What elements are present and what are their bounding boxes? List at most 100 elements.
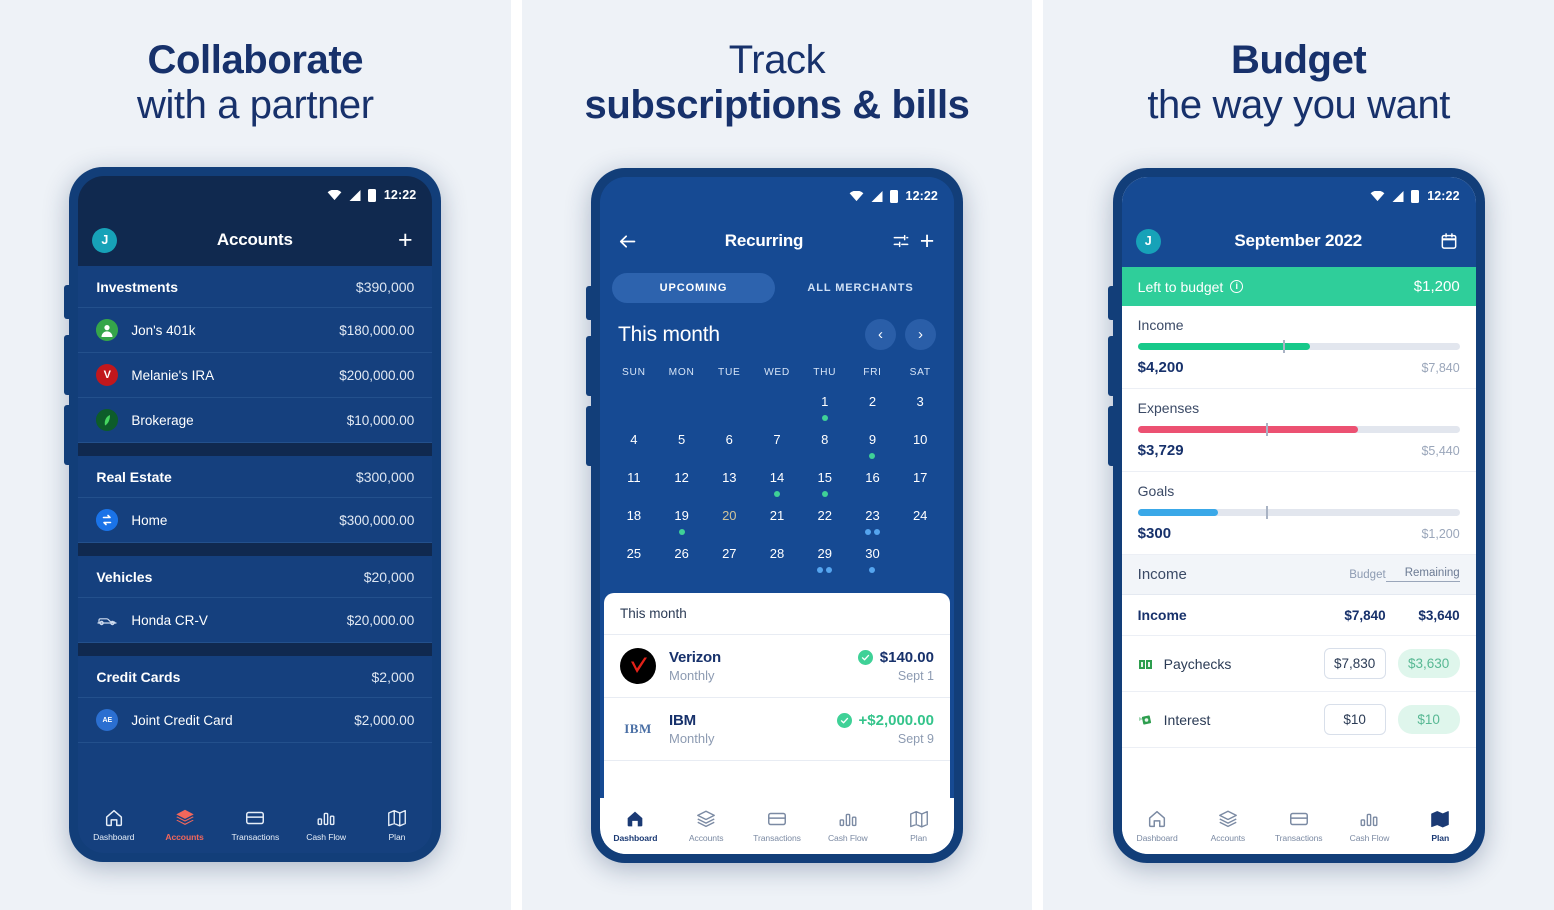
bottom-nav[interactable]: Dashboard Accounts Transactions Cash Flo…	[78, 797, 432, 853]
tab-upcoming[interactable]: UPCOMING	[612, 273, 775, 303]
calendar-day-cell[interactable]: 23	[849, 502, 897, 540]
calendar-day-cell[interactable]: 4	[610, 426, 658, 464]
recurring-row[interactable]: Verizon Monthly $140.00 Sept 1	[604, 635, 950, 698]
account-row[interactable]: Jon's 401k $180,000.00	[78, 308, 433, 353]
add-account-button[interactable]: +	[392, 227, 418, 253]
nav-item-cash-flow[interactable]: Cash Flow	[291, 807, 362, 842]
column-header-remaining[interactable]: Remaining	[1385, 567, 1460, 582]
recurring-row[interactable]: IBM IBM Monthly +$2,000.00 Sept 9	[604, 698, 950, 761]
nav-item-plan[interactable]: Plan	[1405, 808, 1476, 843]
account-row[interactable]: AE Joint Credit Card $2,000.00	[78, 698, 433, 743]
accounts-list[interactable]: Investments $390,000 Jon's 401k $180,000…	[78, 266, 433, 853]
nav-item-transactions[interactable]: Transactions	[220, 807, 291, 842]
calendar-day-cell[interactable]: 27	[705, 540, 753, 578]
calendar-day-cell[interactable]: 7	[753, 426, 801, 464]
calendar-day-cell[interactable]: 30	[849, 540, 897, 578]
calendar-day-cell[interactable]: 18	[610, 502, 658, 540]
calendar-day-cell[interactable]: 15	[801, 464, 849, 502]
calendar-day-cell[interactable]: 16	[849, 464, 897, 502]
nav-item-plan[interactable]: Plan	[362, 807, 433, 842]
budget-summary-income[interactable]: Income $4,200 $7,840	[1121, 306, 1476, 389]
battery-icon	[367, 188, 376, 202]
calendar-day-number: 21	[769, 508, 785, 523]
calendar-day-cell[interactable]: 9	[849, 426, 897, 464]
account-group-header[interactable]: Vehicles $20,000	[78, 556, 433, 598]
account-group-header[interactable]: Real Estate $300,000	[78, 456, 433, 498]
avatar[interactable]: J	[1135, 228, 1161, 254]
panel-2-heading: Track subscriptions & bills	[522, 38, 1033, 128]
calendar-day-cell[interactable]: 21	[753, 502, 801, 540]
table-row[interactable]: Paychecks $7,830 $3,630	[1121, 636, 1476, 692]
calendar-day-cell[interactable]: 29	[801, 540, 849, 578]
calendar-day-cell[interactable]: 10	[896, 426, 944, 464]
account-group-header[interactable]: Investments $390,000	[78, 266, 433, 308]
prev-month-button[interactable]: ‹	[865, 319, 896, 350]
calendar-week-row: 1 2 3	[610, 388, 944, 426]
calendar-day-cell[interactable]: 8	[801, 426, 849, 464]
budget-summary-goals[interactable]: Goals $300 $1,200	[1121, 472, 1476, 555]
account-group-header[interactable]: Credit Cards $2,000	[78, 656, 433, 698]
nav-item-accounts[interactable]: Accounts	[149, 807, 220, 842]
filter-button[interactable]	[888, 228, 914, 254]
calendar-weeks[interactable]: 1 2 3 4 5 6 7 8 9 10 11 12 13 14 15 16 17 18 19 20 21 22 23 24 2…	[610, 388, 944, 578]
calendar-day-cell[interactable]: 11	[610, 464, 658, 502]
calendar-day-cell[interactable]: 3	[896, 388, 944, 426]
calendar-day-cell[interactable]: 17	[896, 464, 944, 502]
calendar-day-cell[interactable]: 5	[658, 426, 706, 464]
calendar-day-cell[interactable]: 2	[849, 388, 897, 426]
calendar-day-cell[interactable]: 28	[753, 540, 801, 578]
calendar-day-cell[interactable]: 25	[610, 540, 658, 578]
calendar-day-cell[interactable]: 22	[801, 502, 849, 540]
next-month-button[interactable]: ›	[905, 319, 936, 350]
calendar-day-cell[interactable]: 19	[658, 502, 706, 540]
calendar-day-cell[interactable]: 12	[658, 464, 706, 502]
calendar-day-cell[interactable]: 13	[705, 464, 753, 502]
calendar-button[interactable]	[1436, 228, 1462, 254]
segmented-control[interactable]: UPCOMING ALL MERCHANTS	[600, 267, 954, 317]
account-row[interactable]: Brokerage $10,000.00	[78, 398, 433, 443]
table-row[interactable]: Income $7,840 $3,640	[1121, 595, 1476, 636]
budget-input[interactable]: $7,830	[1323, 648, 1386, 679]
nav-item-plan[interactable]: Plan	[883, 808, 954, 843]
column-header-budget[interactable]: Budget	[1312, 569, 1385, 581]
group-name: Credit Cards	[96, 669, 181, 685]
calendar-grid[interactable]: SUN MON TUE WED THU FRI SAT 1 2 3 4 5 6 7 8 9 10 1…	[600, 360, 954, 586]
row-budget[interactable]: $7,830	[1312, 648, 1386, 679]
table-row[interactable]: Interest $10 $10	[1121, 692, 1476, 748]
account-row[interactable]: V Melanie's IRA $200,000.00	[78, 353, 433, 398]
nav-item-transactions[interactable]: Transactions	[1263, 808, 1334, 843]
budget-summary-expenses[interactable]: Expenses $3,729 $5,440	[1121, 389, 1476, 472]
nav-item-dashboard[interactable]: Dashboard	[78, 807, 149, 842]
calendar-day-cell[interactable]: 24	[896, 502, 944, 540]
add-recurring-button[interactable]: +	[914, 228, 940, 254]
heading-line-2: the way you want	[1147, 82, 1451, 127]
event-dot-blue-icon	[864, 529, 871, 535]
nav-item-dashboard[interactable]: Dashboard	[1122, 808, 1193, 843]
avatar[interactable]: J	[92, 227, 118, 253]
bottom-nav[interactable]: Dashboard Accounts Transactions Cash Flo…	[600, 798, 954, 854]
calendar-nav[interactable]: ‹ ›	[865, 319, 936, 350]
left-to-budget-banner[interactable]: Left to budget i $1,200	[1121, 267, 1476, 306]
calendar-day-cell[interactable]: 6	[705, 426, 753, 464]
tab-all-merchants[interactable]: ALL MERCHANTS	[779, 273, 942, 303]
back-button[interactable]	[614, 228, 640, 254]
nav-item-cash-flow[interactable]: Cash Flow	[812, 808, 883, 843]
bottom-nav[interactable]: Dashboard Accounts Transactions Cash Flo…	[1121, 798, 1476, 854]
nav-item-transactions[interactable]: Transactions	[742, 808, 813, 843]
calendar-day-cell[interactable]: 20	[705, 502, 753, 540]
calendar-day-cell[interactable]: 14	[753, 464, 801, 502]
account-row[interactable]: Home $300,000.00	[78, 498, 433, 543]
row-budget[interactable]: $10	[1312, 704, 1386, 735]
nav-item-cash-flow[interactable]: Cash Flow	[1334, 808, 1405, 843]
left-to-budget-amount: $1,200	[1413, 278, 1460, 295]
budget-input[interactable]: $10	[1323, 704, 1386, 735]
layers-icon	[175, 809, 194, 825]
calendar-day-cell[interactable]: 26	[658, 540, 706, 578]
nav-item-dashboard[interactable]: Dashboard	[600, 808, 671, 843]
info-icon[interactable]: i	[1230, 280, 1244, 293]
account-row[interactable]: Honda CR-V $20,000.00	[78, 598, 433, 643]
nav-item-accounts[interactable]: Accounts	[671, 808, 742, 843]
verizon-logo-icon	[620, 648, 656, 684]
nav-item-accounts[interactable]: Accounts	[1192, 808, 1263, 843]
calendar-day-cell[interactable]: 1	[801, 388, 849, 426]
